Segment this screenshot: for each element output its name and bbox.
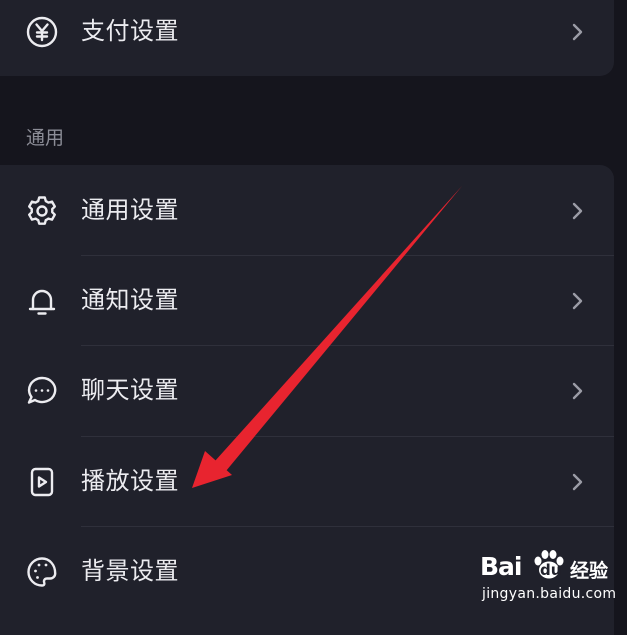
paw-icon: du	[530, 548, 568, 582]
playback-settings-label: 播放设置	[81, 467, 179, 495]
watermark-product: 经验	[570, 560, 609, 582]
chevron-right-icon	[566, 17, 590, 47]
chat-bubble-icon	[24, 373, 60, 409]
chevron-right-icon	[566, 286, 590, 316]
baidu-watermark: Bai du 经验 jingyan.baidu.com	[480, 548, 620, 610]
chat-settings-label: 聊天设置	[81, 376, 179, 404]
notification-settings-item[interactable]: 通知设置	[0, 256, 614, 346]
yuan-icon	[24, 14, 60, 50]
notification-settings-label: 通知设置	[81, 286, 179, 314]
chevron-right-icon	[566, 376, 590, 406]
chevron-right-icon	[566, 467, 590, 497]
watermark-url: jingyan.baidu.com	[482, 586, 617, 602]
payment-settings-label: 支付设置	[81, 17, 179, 45]
general-settings-label: 通用设置	[81, 196, 179, 224]
chat-settings-item[interactable]: 聊天设置	[0, 346, 614, 436]
play-file-icon	[24, 464, 60, 500]
general-settings-item[interactable]: 通用设置	[0, 166, 614, 256]
watermark-logo-left: Bai	[480, 552, 522, 581]
payment-settings-item[interactable]: 支付设置	[0, 0, 614, 77]
gear-icon	[24, 193, 60, 229]
palette-icon	[24, 554, 60, 590]
playback-settings-item[interactable]: 播放设置	[0, 437, 614, 527]
watermark-logo-right: du	[540, 561, 562, 579]
chevron-right-icon	[566, 196, 590, 226]
bell-icon	[24, 283, 60, 319]
section-title-general: 通用	[26, 127, 65, 149]
background-settings-label: 背景设置	[81, 557, 179, 585]
